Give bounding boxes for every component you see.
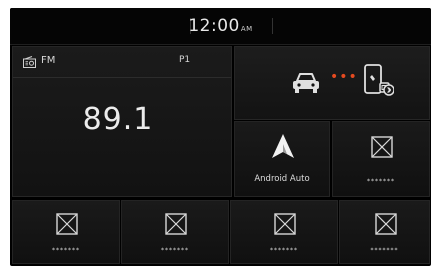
clock-time: 12:00 — [188, 16, 240, 36]
connecting-dots-icon: ••• — [330, 69, 358, 85]
status-divider — [272, 18, 273, 34]
tile-app[interactable]: ******* — [121, 200, 229, 264]
placeholder-icon — [165, 213, 187, 235]
radio-widget[interactable]: FM P1 89.1 — [12, 46, 232, 197]
head-unit-screen: 12:00AM FM P1 89.1 ••• Android Auto ****… — [10, 8, 431, 266]
radio-header: FM P1 — [13, 47, 231, 78]
tile-app[interactable]: ******* — [332, 121, 430, 197]
placeholder-icon — [371, 136, 393, 158]
phone-icon — [364, 64, 394, 96]
tile-label: Android Auto — [254, 174, 310, 184]
tile-label: ******* — [270, 247, 298, 254]
radio-icon — [23, 56, 36, 68]
tile-app[interactable]: ******* — [230, 200, 338, 264]
status-bar: 12:00AM — [10, 8, 431, 45]
android-auto-icon — [272, 134, 294, 158]
placeholder-icon — [56, 213, 78, 235]
placeholder-icon — [375, 213, 397, 235]
radio-band: FM — [41, 55, 56, 66]
phone-connection-panel[interactable]: ••• — [234, 46, 430, 120]
tile-label: ******* — [367, 178, 395, 185]
tile-android-auto[interactable]: Android Auto — [234, 121, 330, 197]
tile-label: ******* — [161, 247, 189, 254]
tile-app[interactable]: ******* — [339, 200, 430, 264]
tile-app[interactable]: ******* — [12, 200, 120, 264]
placeholder-icon — [274, 213, 296, 235]
tile-label: ******* — [52, 247, 80, 254]
radio-preset: P1 — [179, 55, 191, 65]
radio-frequency: 89.1 — [82, 102, 154, 137]
clock[interactable]: 12:00AM — [10, 16, 431, 36]
car-icon — [293, 73, 319, 93]
clock-ampm: AM — [240, 25, 253, 33]
tile-label: ******* — [370, 247, 399, 254]
